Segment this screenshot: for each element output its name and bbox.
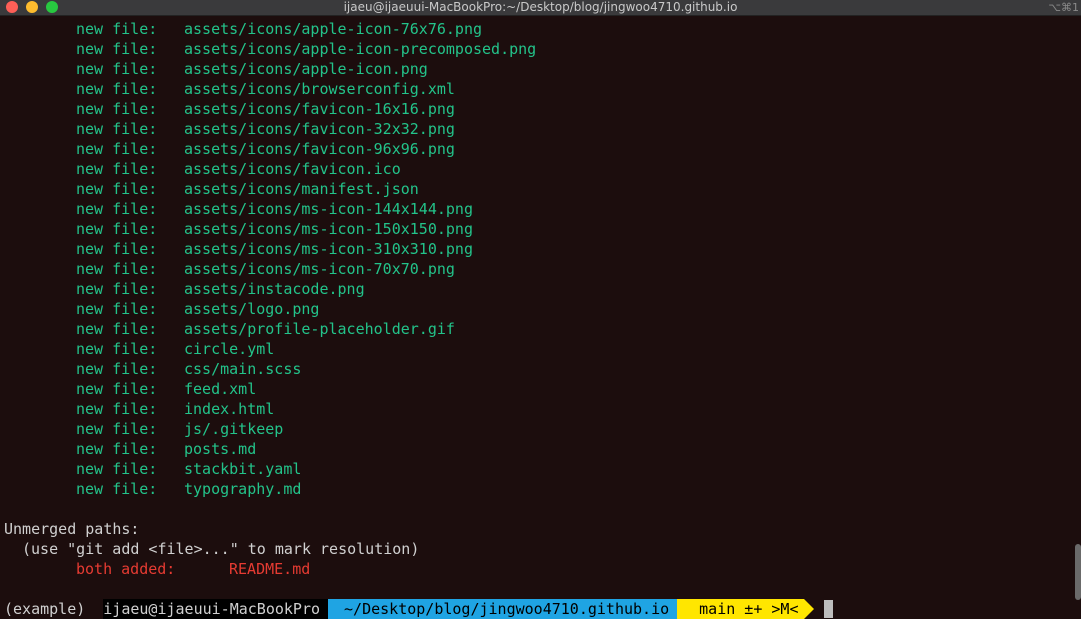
window-shortcut-label: ⌥⌘1: [1048, 1, 1079, 14]
file-status: new file:: [76, 240, 158, 258]
file-status: new file:: [76, 160, 158, 178]
file-status: new file:: [76, 180, 158, 198]
staged-file-line: new file: assets/icons/ms-icon-310x310.pn…: [4, 239, 1081, 259]
file-path: feed.xml: [184, 380, 257, 398]
file-status: new file:: [76, 340, 158, 358]
prompt-directory-segment: ~/Desktop/blog/jingwoo4710.github.io: [328, 599, 688, 619]
file-path: assets/icons/ms-icon-144x144.png: [184, 200, 473, 218]
staged-file-line: new file: assets/icons/apple-icon-76x76.p…: [4, 19, 1081, 39]
file-path: assets/instacode.png: [184, 280, 365, 298]
staged-file-line: new file: assets/instacode.png: [4, 279, 1081, 299]
staged-file-line: new file: typography.md: [4, 479, 1081, 499]
file-path: js/.gitkeep: [184, 420, 284, 438]
prompt-directory: ~/Desktop/blog/jingwoo4710.github.io: [344, 600, 670, 618]
text-cursor: [824, 600, 834, 618]
file-status: new file:: [76, 100, 158, 118]
file-path: index.html: [184, 400, 275, 418]
unmerged-hint: (use "git add <file>..." to mark resolut…: [22, 540, 420, 558]
file-status: new file:: [76, 280, 158, 298]
file-status: new file:: [76, 320, 158, 338]
file-status: new file:: [76, 420, 158, 438]
staged-file-line: new file: assets/icons/apple-icon-precomp…: [4, 39, 1081, 59]
staged-file-line: new file: stackbit.yaml: [4, 459, 1081, 479]
prompt-user-host: ijaeu@ijaeuui-MacBookPro: [103, 600, 321, 618]
staged-file-line: new file: assets/icons/ms-icon-70x70.png: [4, 259, 1081, 279]
file-path: assets/icons/favicon-32x32.png: [184, 120, 455, 138]
segment-separator-icon: [804, 599, 815, 619]
file-path: assets/logo.png: [184, 300, 320, 318]
staged-file-line: new file: assets/icons/ms-icon-150x150.pn…: [4, 219, 1081, 239]
staged-file-line: new file: assets/icons/favicon-96x96.png: [4, 139, 1081, 159]
prompt-virtualenv: (example): [4, 600, 86, 618]
staged-file-line: new file: assets/icons/favicon-32x32.png: [4, 119, 1081, 139]
staged-file-line: new file: js/.gitkeep: [4, 419, 1081, 439]
staged-file-line: new file: assets/icons/ms-icon-144x144.pn…: [4, 199, 1081, 219]
staged-file-line: new file: assets/icons/favicon-16x16.png: [4, 99, 1081, 119]
staged-file-line: new file: css/main.scss: [4, 359, 1081, 379]
staged-file-line: new file: circle.yml: [4, 339, 1081, 359]
file-path: assets/profile-placeholder.gif: [184, 320, 455, 338]
terminal-scrollbar[interactable]: [1075, 544, 1081, 600]
file-status: new file:: [76, 360, 158, 378]
file-status: new file:: [76, 40, 158, 58]
conflict-status: both added:: [76, 560, 176, 578]
staged-file-line: new file: assets/icons/favicon.ico: [4, 159, 1081, 179]
staged-file-line: new file: assets/icons/apple-icon.png: [4, 59, 1081, 79]
file-status: new file:: [76, 480, 158, 498]
file-status: new file:: [76, 200, 158, 218]
file-path: assets/icons/favicon-16x16.png: [184, 100, 455, 118]
file-status: new file:: [76, 20, 158, 38]
file-status: new file:: [76, 440, 158, 458]
file-status: new file:: [76, 60, 158, 78]
staged-file-line: new file: posts.md: [4, 439, 1081, 459]
window-title: ijaeu@ijaeuui-MacBookPro:~/Desktop/blog/…: [343, 0, 738, 14]
window-titlebar: ijaeu@ijaeuui-MacBookPro:~/Desktop/blog/…: [0, 0, 1081, 16]
file-status: new file:: [76, 80, 158, 98]
file-path: typography.md: [184, 480, 302, 498]
file-path: assets/icons/apple-icon-76x76.png: [184, 20, 483, 38]
file-path: assets/icons/favicon.ico: [184, 160, 401, 178]
file-path: css/main.scss: [184, 360, 302, 378]
prompt-git-status: main ±+ >M<: [699, 600, 799, 618]
file-status: new file:: [76, 380, 158, 398]
file-status: new file:: [76, 260, 158, 278]
file-status: new file:: [76, 300, 158, 318]
staged-file-line: new file: assets/icons/manifest.json: [4, 179, 1081, 199]
staged-file-line: new file: assets/profile-placeholder.gif: [4, 319, 1081, 339]
prompt-git-segment: main ±+ >M<: [677, 599, 815, 619]
file-status: new file:: [76, 120, 158, 138]
file-status: new file:: [76, 400, 158, 418]
staged-file-line: new file: assets/icons/browserconfig.xml: [4, 79, 1081, 99]
staged-file-line: new file: index.html: [4, 399, 1081, 419]
file-path: assets/icons/favicon-96x96.png: [184, 140, 455, 158]
file-path: assets/icons/ms-icon-70x70.png: [184, 260, 455, 278]
file-status: new file:: [76, 220, 158, 238]
file-path: circle.yml: [184, 340, 275, 358]
file-path: assets/icons/manifest.json: [184, 180, 419, 198]
prompt-context-segment: ijaeu@ijaeuui-MacBookPro: [103, 599, 339, 619]
file-path: assets/icons/apple-icon-precomposed.png: [184, 40, 537, 58]
staged-file-line: new file: feed.xml: [4, 379, 1081, 399]
file-path: posts.md: [184, 440, 257, 458]
shell-prompt[interactable]: (example) ijaeu@ijaeuui-MacBookPro ~/Des…: [0, 599, 834, 619]
file-path: stackbit.yaml: [184, 460, 302, 478]
unmerged-file-line: both added: README.md: [4, 559, 1081, 579]
staged-file-line: new file: assets/logo.png: [4, 299, 1081, 319]
file-path: assets/icons/apple-icon.png: [184, 60, 428, 78]
file-path: assets/icons/ms-icon-150x150.png: [184, 220, 473, 238]
unmerged-heading: Unmerged paths:: [4, 520, 140, 538]
terminal-output[interactable]: new file: assets/icons/apple-icon-76x76.p…: [4, 19, 1081, 579]
file-path: assets/icons/browserconfig.xml: [184, 80, 455, 98]
file-status: new file:: [76, 460, 158, 478]
conflict-file-path: README.md: [229, 560, 311, 578]
file-path: assets/icons/ms-icon-310x310.png: [184, 240, 473, 258]
file-status: new file:: [76, 140, 158, 158]
